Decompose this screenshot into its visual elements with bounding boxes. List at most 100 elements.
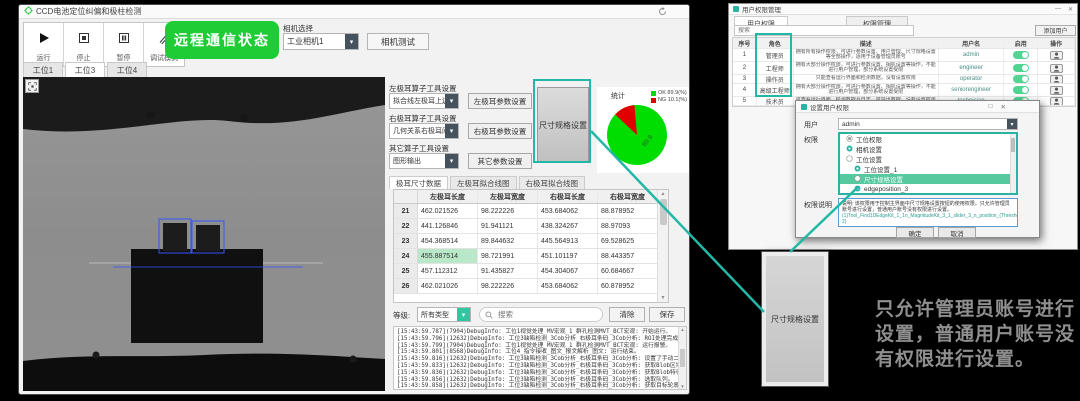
minimize-icon[interactable]: — <box>1055 6 1061 13</box>
table-cell[interactable]: 88.443357 <box>598 249 658 263</box>
tool-dropdown[interactable]: 图形输出▾ <box>389 153 459 169</box>
tool-dropdown[interactable]: 几何关系右极耳间距&夹角▾ <box>389 123 459 139</box>
table-cell[interactable]: 454.368514 <box>418 234 478 248</box>
size-spec-settings-button[interactable]: 尺寸规格设置 <box>537 87 589 163</box>
enable-toggle[interactable] <box>1013 51 1029 59</box>
scroll-thumb[interactable] <box>1011 138 1015 152</box>
user-window-titlebar[interactable]: 用户权限管理 —✕ <box>729 4 1077 15</box>
table-cell[interactable]: 98.222226 <box>478 279 538 293</box>
run-button[interactable]: 运行 <box>24 23 64 66</box>
table-row[interactable]: 24455.88751498.721991451.10119788.443357 <box>394 249 668 264</box>
main-titlebar[interactable]: CCD电池定位纠偏和极柱检测 <box>19 5 689 19</box>
clear-logs-button[interactable]: 清除 <box>609 307 645 322</box>
station-tab-3[interactable]: 工位4 <box>107 62 147 77</box>
permission-item[interactable]: 工位权限 <box>840 134 1016 144</box>
camera-test-button[interactable]: 相机测试 <box>367 33 429 50</box>
user-row[interactable]: 1管理员拥有所有操作权限，可进行参数设置、用户管理、尺寸规格设置等全部操作，适用… <box>733 49 1075 62</box>
table-row[interactable]: 22441.12684691.941121438.32426788.97093 <box>394 219 668 234</box>
remote-comm-status-button[interactable]: 远程通信状态 <box>165 21 279 59</box>
scroll-down-icon[interactable]: ▼ <box>680 384 684 389</box>
user-settings-button[interactable] <box>1050 75 1063 83</box>
table-cell[interactable]: 69.528625 <box>598 234 658 248</box>
log-line: [15:43:59.796](12632)DebugInfo: 工位3缺陷检测_… <box>397 336 676 343</box>
scroll-up-icon[interactable]: ▲ <box>680 327 684 332</box>
table-cell[interactable]: 451.101197 <box>538 249 598 263</box>
dialog-user-dropdown[interactable]: admin ▾ <box>838 118 1018 130</box>
user-settings-button[interactable] <box>1050 51 1063 60</box>
scroll-thumb[interactable] <box>660 199 667 225</box>
enable-toggle[interactable] <box>1013 86 1029 94</box>
tool-dropdown[interactable]: 拟合线左极耳上边▾ <box>389 93 459 109</box>
station-tab-2[interactable]: 工位3 <box>65 62 105 77</box>
table-cell[interactable]: 455.887514 <box>418 249 478 263</box>
user-row[interactable]: 2工程师拥有大部分操作权限，可进行参数设置、相机设置等操作，不能进行用户管理，部… <box>733 62 1075 75</box>
camera-select-dropdown[interactable]: 工业相机1 ▾ <box>283 33 359 50</box>
user-search-input[interactable] <box>735 27 913 35</box>
table-cell[interactable]: 98.222226 <box>478 204 538 218</box>
radio-selected-icon <box>846 135 853 144</box>
station-tab-1[interactable]: 工位1 <box>23 62 63 77</box>
dialog-titlebar[interactable]: 设置用户权限 □✕ <box>796 101 1039 113</box>
table-cell[interactable]: 457.112312 <box>418 264 478 278</box>
fit-view-button[interactable] <box>25 79 39 93</box>
user-settings-button[interactable] <box>1050 97 1063 105</box>
pause-button[interactable]: 暂停 <box>104 23 144 66</box>
table-scrollbar[interactable]: ▲▼ <box>657 190 668 302</box>
enable-toggle[interactable] <box>1013 64 1029 72</box>
maximize-icon[interactable]: □ <box>989 103 993 111</box>
data-tab-2[interactable]: 左极耳拟合线图 <box>450 176 517 189</box>
table-cell[interactable]: 88.878952 <box>598 204 658 218</box>
log-panel[interactable]: [15:43:59.787](7904)DebugInfo: 工位1视觉处理_M… <box>393 326 687 390</box>
log-search-input[interactable] <box>496 309 586 320</box>
user-row[interactable]: 3操作员只能查看运行界面和检测数据，没有设置权限operator <box>733 75 1075 84</box>
table-cell[interactable]: 454.304067 <box>538 264 598 278</box>
perm-scrollbar[interactable] <box>1010 134 1016 193</box>
data-tab-3[interactable]: 右极耳拟合线图 <box>519 176 586 189</box>
param-settings-button[interactable]: 其它参数设置 <box>468 153 532 169</box>
stop-button[interactable]: 停止 <box>64 23 104 66</box>
permission-item[interactable]: 相机设置 <box>840 144 1016 154</box>
scroll-up-icon[interactable]: ▲ <box>661 191 666 197</box>
permission-item[interactable]: 工位设置_1 <box>840 164 1016 174</box>
permission-item[interactable]: 工位设置 <box>840 154 1016 164</box>
ok-button[interactable]: 确定 <box>896 227 934 238</box>
user-settings-button[interactable] <box>1050 86 1063 95</box>
table-row[interactable]: 26462.02102698.222226453.68406260.878952 <box>394 279 668 294</box>
table-cell[interactable]: 60.878952 <box>598 279 658 293</box>
user-row[interactable]: 4高级工程师拥有大部分操作权限，可进行参数设置、相机设置等操作，不能进行用户管理… <box>733 84 1075 97</box>
log-scrollbar[interactable]: ▲▼ <box>678 327 686 389</box>
table-cell[interactable]: 98.721991 <box>478 249 538 263</box>
table-cell[interactable]: 88.97093 <box>598 219 658 233</box>
permission-item[interactable]: 尺寸规格设置 <box>840 174 1016 184</box>
table-cell[interactable]: 462.021026 <box>418 279 478 293</box>
enable-toggle[interactable] <box>1013 75 1029 83</box>
table-cell[interactable]: 89.844632 <box>478 234 538 248</box>
refresh-icon[interactable] <box>658 7 667 18</box>
table-cell[interactable]: 462.021526 <box>418 204 478 218</box>
user-settings-button[interactable] <box>1050 64 1063 73</box>
table-row[interactable]: 25457.11231291.435827454.30406760.684667 <box>394 264 668 279</box>
add-user-button[interactable]: 添加用户 <box>1035 25 1076 36</box>
camera-image-view[interactable] <box>23 77 385 391</box>
param-settings-button[interactable]: 左极耳参数设置 <box>468 93 532 109</box>
table-cell[interactable]: 453.684062 <box>538 204 598 218</box>
table-cell[interactable]: 91.435827 <box>478 264 538 278</box>
data-tab-1[interactable]: 极耳尺寸数据 <box>389 176 448 189</box>
table-row[interactable]: 21462.02152698.222226453.68406288.878952 <box>394 204 668 219</box>
close-icon[interactable]: ✕ <box>1068 6 1073 13</box>
table-cell[interactable]: 445.564913 <box>538 234 598 248</box>
scroll-down-icon[interactable]: ▼ <box>661 295 666 301</box>
table-cell[interactable]: 453.684062 <box>538 279 598 293</box>
permission-item[interactable]: edgeposition_3 <box>840 184 1016 194</box>
cancel-button[interactable]: 取消 <box>938 227 976 238</box>
table-cell[interactable]: 441.126846 <box>418 219 478 233</box>
table-cell[interactable]: 91.941121 <box>478 219 538 233</box>
log-level-dropdown[interactable]: 所有类型 ▾ <box>417 307 471 322</box>
save-logs-button[interactable]: 保存 <box>649 307 685 322</box>
param-settings-button[interactable]: 右极耳参数设置 <box>468 123 532 139</box>
table-row[interactable]: 23454.36851489.844632445.56491369.528625 <box>394 234 668 249</box>
scroll-thumb[interactable] <box>680 349 685 367</box>
table-cell[interactable]: 438.324267 <box>538 219 598 233</box>
table-cell[interactable]: 60.684667 <box>598 264 658 278</box>
close-icon[interactable]: ✕ <box>1001 103 1006 111</box>
